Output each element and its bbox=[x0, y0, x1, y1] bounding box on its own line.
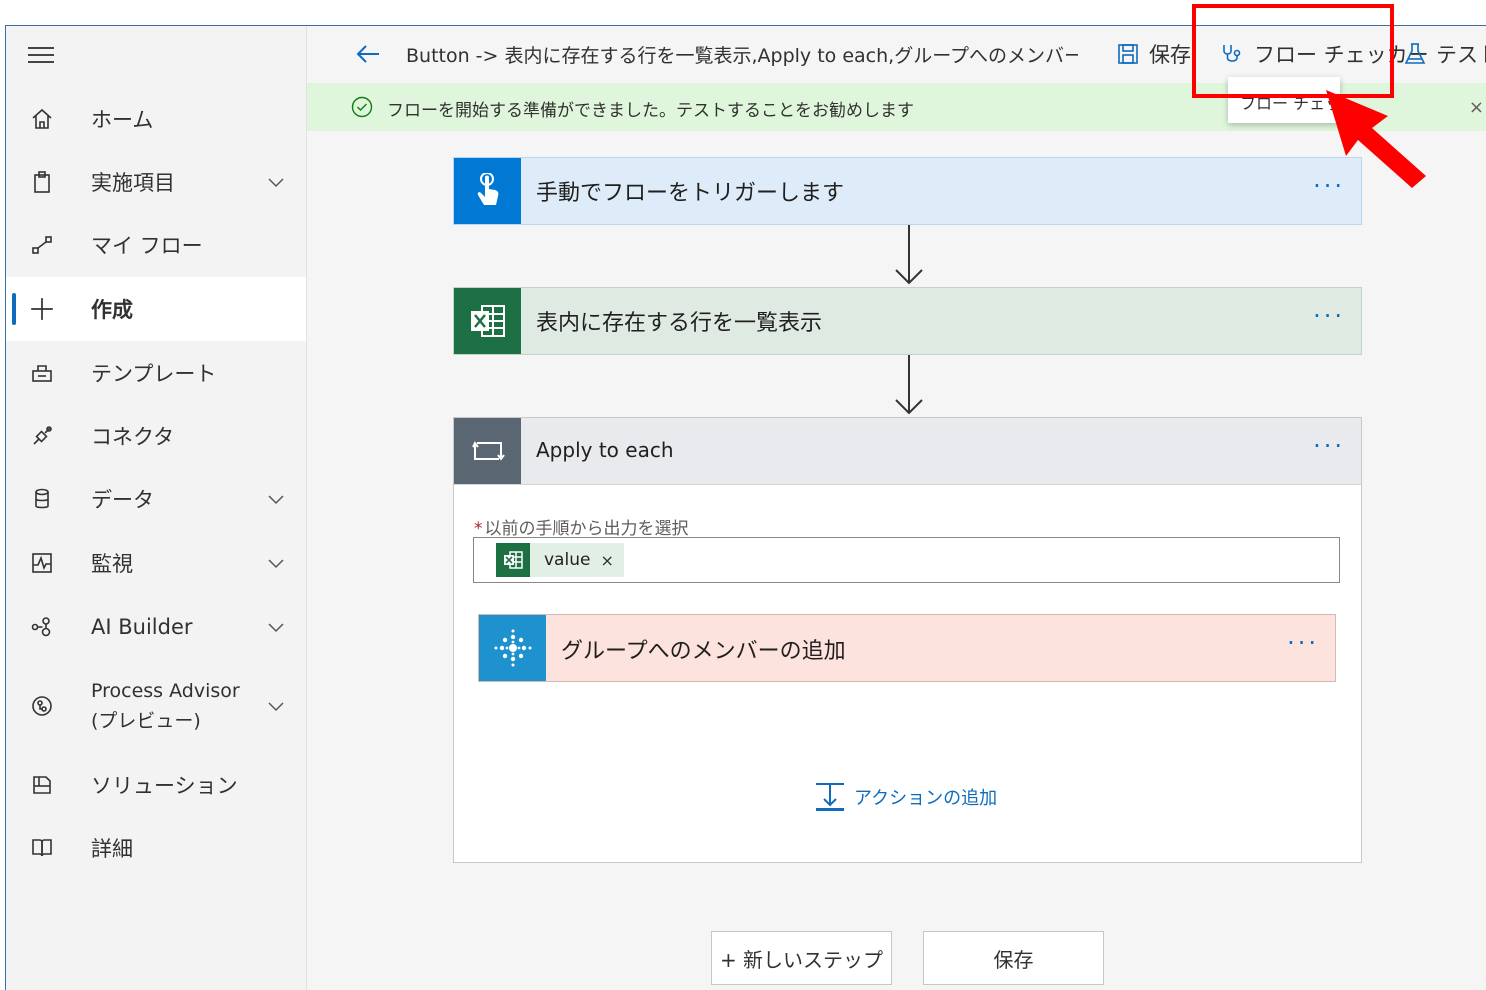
save-icon bbox=[1118, 44, 1138, 64]
apply-to-each-header[interactable]: Apply to each ··· bbox=[454, 418, 1361, 485]
monitor-icon bbox=[28, 549, 56, 577]
annotation-arrow-icon bbox=[1326, 90, 1426, 188]
sidebar-item-connectors[interactable]: コネクタ bbox=[6, 404, 306, 468]
trigger-card[interactable]: 手動でフローをトリガーします ··· bbox=[453, 157, 1362, 225]
list-rows-label: 表内に存在する行を一覧表示 bbox=[536, 311, 823, 336]
sidebar-item-label: データ bbox=[91, 488, 154, 512]
sidebar-item-action-items[interactable]: 実施項目 bbox=[6, 150, 306, 214]
sidebar-item-label: 実施項目 bbox=[91, 171, 175, 195]
more-options-button[interactable]: ··· bbox=[1313, 304, 1345, 328]
apply-to-each-container: Apply to each ··· *以前の手順から出力を選択 value × bbox=[453, 417, 1362, 863]
add-action-link[interactable]: アクションの追加 bbox=[814, 781, 997, 813]
touch-icon bbox=[454, 158, 521, 224]
chevron-down-icon[interactable] bbox=[264, 694, 288, 718]
connector-icon bbox=[28, 422, 56, 450]
template-icon bbox=[28, 359, 56, 387]
plus-icon bbox=[28, 295, 56, 323]
chevron-down-icon[interactable] bbox=[264, 615, 288, 639]
sidebar-item-my-flows[interactable]: マイ フロー bbox=[6, 213, 306, 277]
sidebar-item-data[interactable]: データ bbox=[6, 467, 306, 531]
excel-icon bbox=[454, 288, 521, 354]
sidebar-item-solutions[interactable]: ソリューション bbox=[6, 753, 306, 817]
close-icon[interactable]: × bbox=[1469, 97, 1484, 118]
sidebar-item-label: 作成 bbox=[91, 298, 133, 322]
ai-builder-icon bbox=[28, 613, 56, 641]
connector-arrow-icon bbox=[895, 225, 923, 285]
back-arrow-icon[interactable] bbox=[354, 40, 382, 68]
remove-token-icon[interactable]: × bbox=[600, 551, 613, 570]
required-mark: * bbox=[474, 519, 483, 539]
sidebar-item-create[interactable]: 作成 bbox=[6, 277, 306, 341]
database-icon bbox=[28, 485, 56, 513]
book-icon bbox=[28, 834, 56, 862]
output-select-field[interactable]: value × bbox=[473, 537, 1340, 583]
save-button[interactable]: 保存 bbox=[1117, 36, 1191, 72]
add-action-label: アクションの追加 bbox=[854, 788, 998, 809]
field-label-text: 以前の手順から出力を選択 bbox=[484, 519, 689, 539]
save-flow-button[interactable]: 保存 bbox=[923, 931, 1104, 985]
sidebar-item-label: マイ フロー bbox=[91, 234, 203, 258]
banner-message: フローを開始する準備ができました。テストすることをお勧めします bbox=[387, 101, 914, 121]
chevron-down-icon[interactable] bbox=[264, 487, 288, 511]
new-step-button[interactable]: + 新しいステップ bbox=[711, 931, 892, 985]
value-token[interactable]: value × bbox=[496, 543, 624, 577]
sidebar-item-learn-more[interactable]: 詳細 bbox=[6, 816, 306, 880]
loop-icon bbox=[454, 418, 521, 484]
sidebar: ホーム 実施項目 マイ フロー 作成 テンプレート コネクタ データ 監視 AI… bbox=[6, 26, 307, 990]
sidebar-item-label: コネクタ bbox=[91, 425, 175, 449]
clipboard-icon bbox=[28, 168, 56, 196]
flow-icon bbox=[28, 231, 56, 259]
process-advisor-icon bbox=[28, 692, 56, 720]
sidebar-item-label: 監視 bbox=[91, 552, 133, 576]
app-window: ホーム 実施項目 マイ フロー 作成 テンプレート コネクタ データ 監視 AI… bbox=[5, 25, 1486, 990]
add-action-icon bbox=[816, 783, 844, 811]
add-member-card[interactable]: グループへのメンバーの追加 ··· bbox=[478, 614, 1336, 682]
more-options-button[interactable]: ··· bbox=[1313, 434, 1345, 458]
flask-icon bbox=[1404, 43, 1426, 64]
flow-title: Button -> 表内に存在する行を一覧表示,Apply to each,グル… bbox=[406, 45, 1078, 67]
chevron-down-icon[interactable] bbox=[264, 170, 288, 194]
sidebar-item-label: Process Advisor (プレビュー) bbox=[91, 680, 240, 732]
office365-groups-icon bbox=[479, 615, 546, 681]
trigger-label: 手動でフローをトリガーします bbox=[536, 181, 845, 206]
save-label: 保存 bbox=[1149, 43, 1191, 67]
list-rows-card[interactable]: 表内に存在する行を一覧表示 ··· bbox=[453, 287, 1362, 355]
token-label: value bbox=[544, 550, 591, 570]
sidebar-item-label: テンプレート bbox=[91, 362, 217, 386]
sidebar-item-label: ホーム bbox=[91, 108, 154, 132]
sidebar-item-process-advisor[interactable]: Process Advisor (プレビュー) bbox=[6, 674, 306, 738]
excel-icon bbox=[496, 543, 530, 577]
hamburger-menu-icon[interactable] bbox=[28, 44, 54, 66]
connector-arrow-icon bbox=[895, 355, 923, 415]
sidebar-item-templates[interactable]: テンプレート bbox=[6, 341, 306, 405]
add-member-label: グループへのメンバーの追加 bbox=[561, 639, 846, 664]
apply-to-each-label: Apply to each bbox=[536, 438, 674, 462]
more-options-button[interactable]: ··· bbox=[1287, 631, 1319, 655]
output-field-label: * 以前の手順から出力を選択 bbox=[474, 514, 689, 539]
chevron-down-icon[interactable] bbox=[264, 551, 288, 575]
solution-icon bbox=[28, 771, 56, 799]
check-circle-icon bbox=[351, 96, 373, 118]
test-label: テスト bbox=[1436, 43, 1486, 67]
sidebar-item-monitor[interactable]: 監視 bbox=[6, 531, 306, 595]
sidebar-item-home[interactable]: ホーム bbox=[6, 87, 306, 151]
sidebar-item-label: 詳細 bbox=[91, 837, 133, 861]
sidebar-item-ai-builder[interactable]: AI Builder bbox=[6, 595, 306, 659]
sidebar-item-label: AI Builder bbox=[91, 615, 193, 639]
sidebar-item-label: ソリューション bbox=[91, 774, 238, 798]
test-button[interactable]: テスト bbox=[1404, 36, 1486, 72]
home-icon bbox=[28, 105, 56, 133]
annotation-highlight-box bbox=[1192, 4, 1394, 98]
